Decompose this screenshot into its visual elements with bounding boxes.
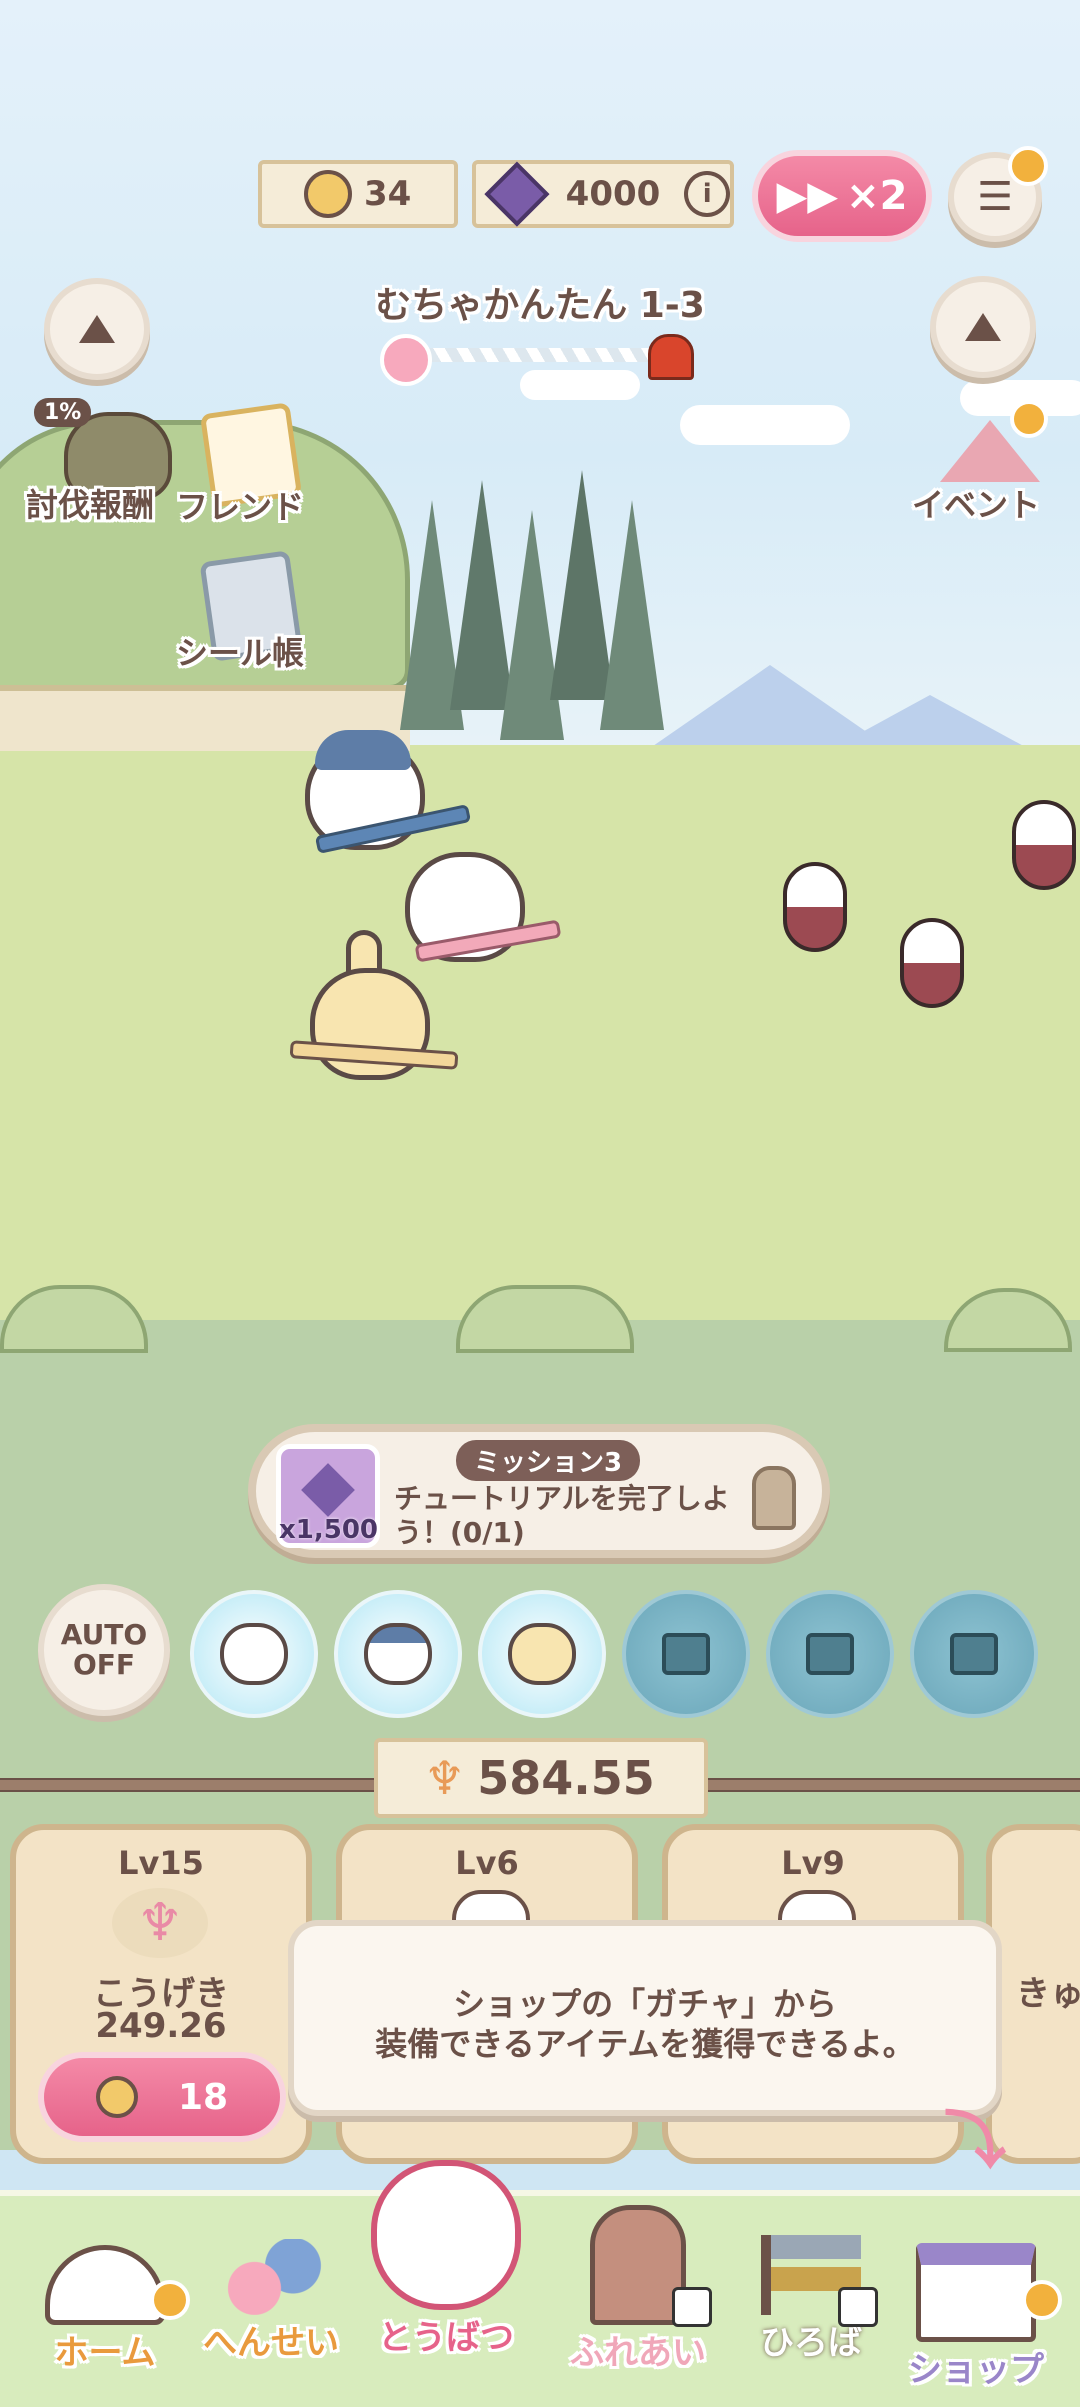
speed-label: ×2 — [846, 173, 908, 219]
cloud — [680, 405, 850, 445]
stage-progress-track — [395, 348, 665, 362]
mission-tag: ミッション3 — [456, 1440, 641, 1481]
stage-title: むちゃかんたん 1-3 — [375, 285, 705, 326]
auto-label: AUTO — [60, 1618, 148, 1651]
ladybug-enemy — [1012, 800, 1076, 890]
bush — [456, 1285, 634, 1353]
left-collapse-button[interactable] — [44, 278, 150, 380]
friend-label: フレンド — [176, 488, 305, 526]
lock-icon — [806, 1633, 854, 1675]
nav-team[interactable]: へんせい — [186, 2195, 356, 2364]
triangle-up-icon — [79, 315, 115, 343]
right-collapse-button[interactable] — [930, 276, 1036, 378]
upgrade-cost: 18 — [177, 2076, 229, 2118]
nav-interaction-label: ふれあい — [570, 2333, 706, 2373]
gem-icon — [301, 1463, 355, 1517]
home-igloo-icon — [45, 2245, 165, 2325]
hachiware-face-icon — [364, 1623, 432, 1685]
shop-icon — [916, 2243, 1036, 2342]
reward-percent-badge: 1% — [34, 398, 92, 427]
skill-slot-usagi[interactable] — [478, 1590, 606, 1718]
tooltip-line-2: 装備できるアイテムを獲得できるよ。 — [375, 2025, 915, 2063]
nav-interaction[interactable]: ふれあい — [548, 2195, 728, 2374]
nav-plaza[interactable]: ひろば — [736, 2195, 886, 2364]
lock-icon — [662, 1633, 710, 1675]
nav-shop-label: ショップ — [908, 2350, 1044, 2390]
notification-dot — [1008, 146, 1048, 186]
coin-counter: 34 — [258, 160, 458, 228]
notification-dot — [150, 2280, 190, 2320]
event-label: イベント — [912, 486, 1041, 524]
upgrade-card-attack[interactable]: Lv15 ♆ こうげき 249.26 18 — [10, 1824, 312, 2164]
fast-forward-icon: ▶▶ — [776, 173, 839, 219]
auto-toggle-button[interactable]: AUTO OFF — [38, 1584, 170, 1716]
tutorial-tooltip: ショップの「ガチャ」から 装備できるアイテムを獲得できるよ。 — [288, 1920, 1002, 2116]
card-stat-value: 249.26 — [95, 2006, 227, 2046]
nav-battle-label: とうばつ — [378, 2318, 514, 2358]
lock-icon — [672, 2287, 712, 2327]
battle-character-icon — [371, 2160, 521, 2310]
notification-dot — [1010, 400, 1048, 438]
reward-label: 討伐報酬 — [26, 486, 155, 524]
coin-count: 34 — [364, 174, 412, 214]
ladybug-enemy — [783, 862, 847, 952]
mission-reward-count: x1,500 — [279, 1515, 379, 1545]
auto-state: OFF — [72, 1648, 136, 1681]
card-partial-label: きゅ — [1016, 1974, 1080, 2014]
nav-battle[interactable]: とうばつ — [356, 2160, 536, 2359]
tooltip-line-1: ショップの「ガチャ」から — [453, 1985, 837, 2023]
gem-count: 4000 — [565, 174, 661, 214]
skill-slot-chiikawa[interactable] — [190, 1590, 318, 1718]
power-value: 584.55 — [477, 1751, 655, 1805]
friend-menu[interactable]: フレンド — [176, 402, 326, 534]
skill-slot-hachiware[interactable] — [334, 1590, 462, 1718]
ladybug-enemy — [900, 918, 964, 1008]
usagi-face-icon — [508, 1623, 576, 1685]
team-faces-icon — [216, 2239, 326, 2315]
lock-icon — [950, 1633, 998, 1675]
mission-reward-gem: x1,500 — [276, 1444, 380, 1548]
skill-slot-locked — [622, 1590, 750, 1718]
nav-home-label: ホーム — [54, 2333, 156, 2373]
info-icon[interactable]: i — [684, 171, 730, 217]
card-level: Lv6 — [455, 1844, 519, 1882]
card-level: Lv15 — [118, 1844, 204, 1882]
bell-icon — [752, 1466, 796, 1530]
upgrade-button[interactable]: 18 — [38, 2052, 286, 2142]
boss-siren-icon — [648, 334, 694, 380]
lock-icon — [838, 2287, 878, 2327]
speed-button[interactable]: ▶▶ ×2 — [752, 150, 932, 242]
nav-team-label: へんせい — [203, 2323, 339, 2363]
battle-field — [0, 745, 1080, 1325]
card-level: Lv9 — [781, 1844, 845, 1882]
power-plank: ♆ 584.55 — [374, 1738, 708, 1818]
player-progress-icon — [380, 334, 432, 386]
event-menu[interactable]: イベント — [906, 400, 1066, 530]
sticker-book-label: シール帳 — [176, 634, 305, 672]
hachiware-ears — [315, 730, 411, 770]
gem-icon — [484, 161, 550, 227]
pine-tree — [600, 500, 664, 730]
triangle-up-icon — [965, 313, 1001, 341]
next-arrow-icon[interactable]: ⤵ — [944, 2090, 1006, 2180]
power-flame-icon: ♆ — [424, 1751, 466, 1805]
coin-icon — [95, 2076, 138, 2118]
mission-text: チュートリアルを完了しよう！(0/1) — [394, 1482, 730, 1549]
mission-panel[interactable]: x1,500 ミッション3 チュートリアルを完了しよう！(0/1) — [248, 1424, 830, 1558]
attack-weapon-icon: ♆ — [112, 1888, 208, 1958]
coin-icon — [304, 170, 352, 218]
gem-counter: 4000 i — [472, 160, 734, 228]
notification-dot — [1022, 2280, 1062, 2320]
sticker-book-menu[interactable]: シール帳 — [176, 550, 336, 686]
skill-slot-locked — [766, 1590, 894, 1718]
chiikawa-face-icon — [220, 1623, 288, 1685]
menu-icon: ☰ — [977, 174, 1013, 220]
cloud — [520, 370, 640, 400]
skill-slot-locked — [910, 1590, 1038, 1718]
